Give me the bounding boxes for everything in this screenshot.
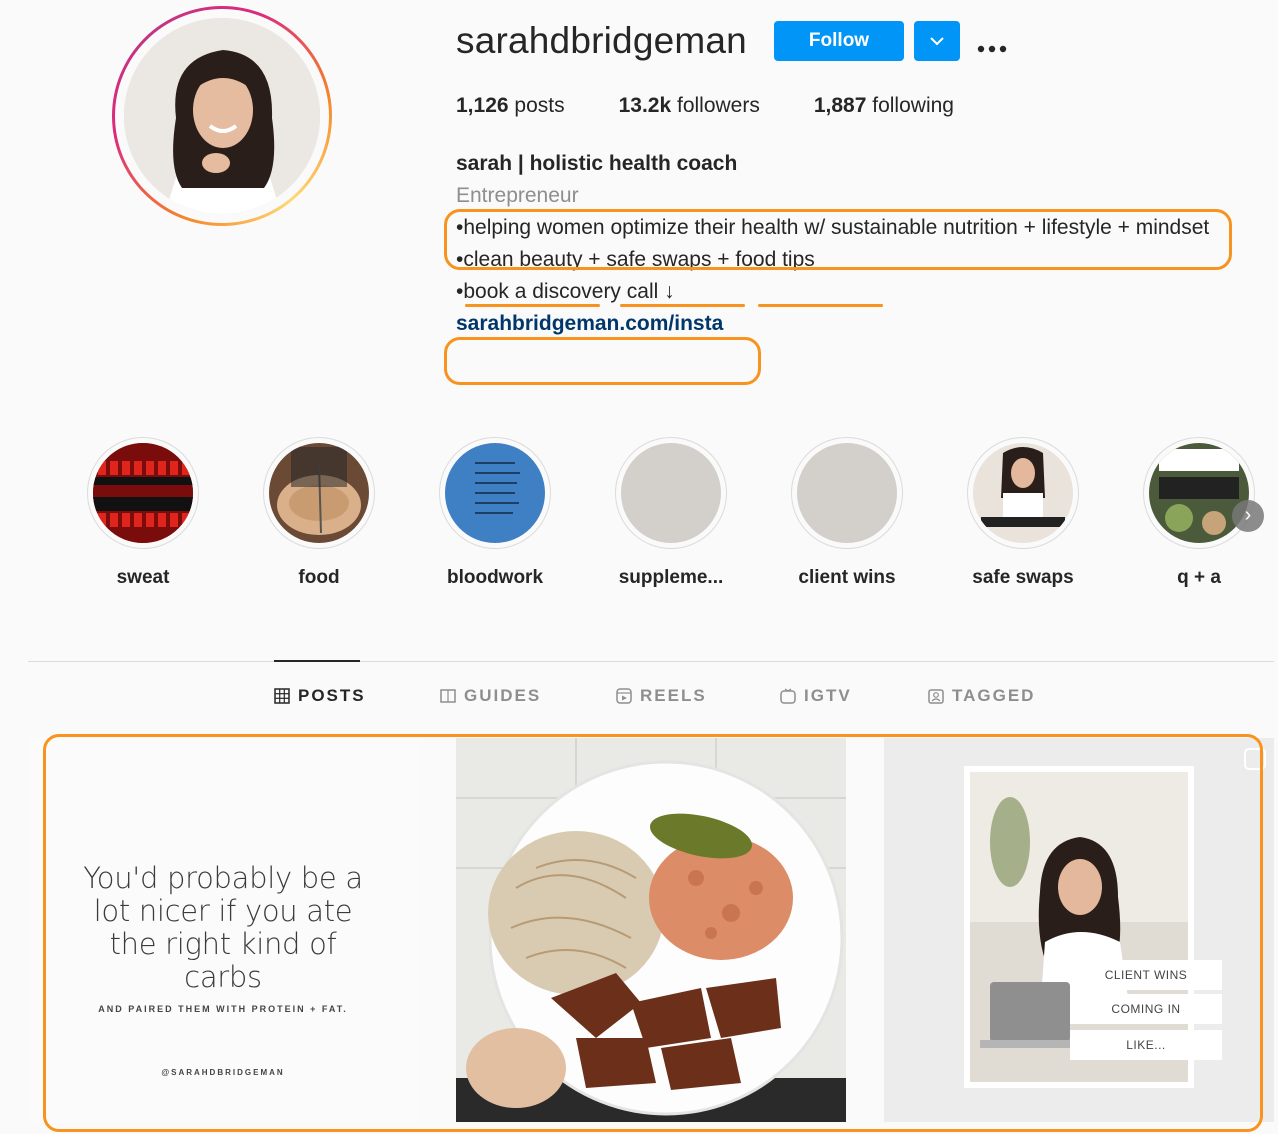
tab-posts[interactable]: POSTS	[274, 686, 366, 706]
highlight-bloodwork[interactable]: bloodwork	[415, 437, 575, 589]
highlight-cover	[269, 443, 369, 543]
profile-category: Entrepreneur	[456, 184, 579, 207]
highlight-cover	[445, 443, 545, 543]
annotation-underline-1	[465, 304, 600, 307]
tab-tagged[interactable]: TAGGED	[928, 686, 1035, 706]
tabs-divider	[28, 661, 1274, 662]
annotation-underline-3	[758, 304, 883, 307]
tab-igtv[interactable]: IGTV	[780, 686, 852, 706]
profile-username: sarahdbridgeman	[456, 20, 747, 61]
annotation-box-bio	[444, 209, 1232, 270]
profile-display-name: sarah | holistic health coach	[456, 152, 738, 175]
highlight-cover	[797, 443, 897, 543]
highlight-sweat[interactable]: sweat	[63, 437, 223, 589]
chevron-down-icon	[930, 37, 944, 46]
active-tab-indicator	[274, 660, 360, 662]
profile-stats: 1,126 posts 13.2k followers 1,887 follow…	[456, 94, 1008, 118]
more-options-icon[interactable]	[976, 30, 1008, 61]
tab-reels[interactable]: REELS	[616, 686, 707, 706]
annotation-box-link	[444, 337, 761, 385]
highlight-cover	[1149, 443, 1249, 543]
highlight-cover	[621, 443, 721, 543]
annotation-box-posts	[43, 734, 1263, 1132]
highlight-safe-swaps[interactable]: safe swaps	[943, 437, 1103, 589]
reels-icon	[616, 688, 632, 704]
guides-icon	[440, 689, 456, 703]
annotation-underline-2	[620, 304, 745, 307]
tagged-icon	[928, 689, 944, 704]
profile-avatar[interactable]	[112, 6, 332, 226]
highlight-client-wins[interactable]: client wins	[767, 437, 927, 589]
avatar-photo	[124, 18, 320, 214]
suggested-dropdown-button[interactable]	[914, 21, 960, 61]
highlight-label: suppleme...	[618, 567, 724, 588]
highlight-label: food	[298, 567, 340, 588]
bio-website-link[interactable]: sarahbridgeman.com/insta	[456, 308, 1226, 340]
avatar-portrait	[124, 18, 320, 214]
following-link[interactable]: 1,887 following	[814, 94, 954, 118]
chevron-right-icon[interactable]: ›	[1232, 500, 1264, 532]
highlight-supplements[interactable]: suppleme...	[591, 437, 751, 589]
grid-icon	[274, 688, 290, 704]
igtv-icon	[780, 688, 796, 704]
followers-link[interactable]: 13.2k followers	[619, 94, 760, 118]
follow-button[interactable]: Follow	[774, 21, 904, 61]
highlight-cover	[973, 443, 1073, 543]
highlight-label: q + a	[1177, 567, 1221, 588]
highlight-label: sweat	[116, 567, 170, 588]
highlight-label: safe swaps	[972, 567, 1074, 588]
highlight-cover	[93, 443, 193, 543]
posts-count: 1,126 posts	[456, 94, 565, 117]
highlight-food[interactable]: food	[239, 437, 399, 589]
highlight-label: bloodwork	[446, 567, 544, 588]
highlight-label: client wins	[798, 567, 896, 588]
tab-guides[interactable]: GUIDES	[440, 686, 541, 706]
